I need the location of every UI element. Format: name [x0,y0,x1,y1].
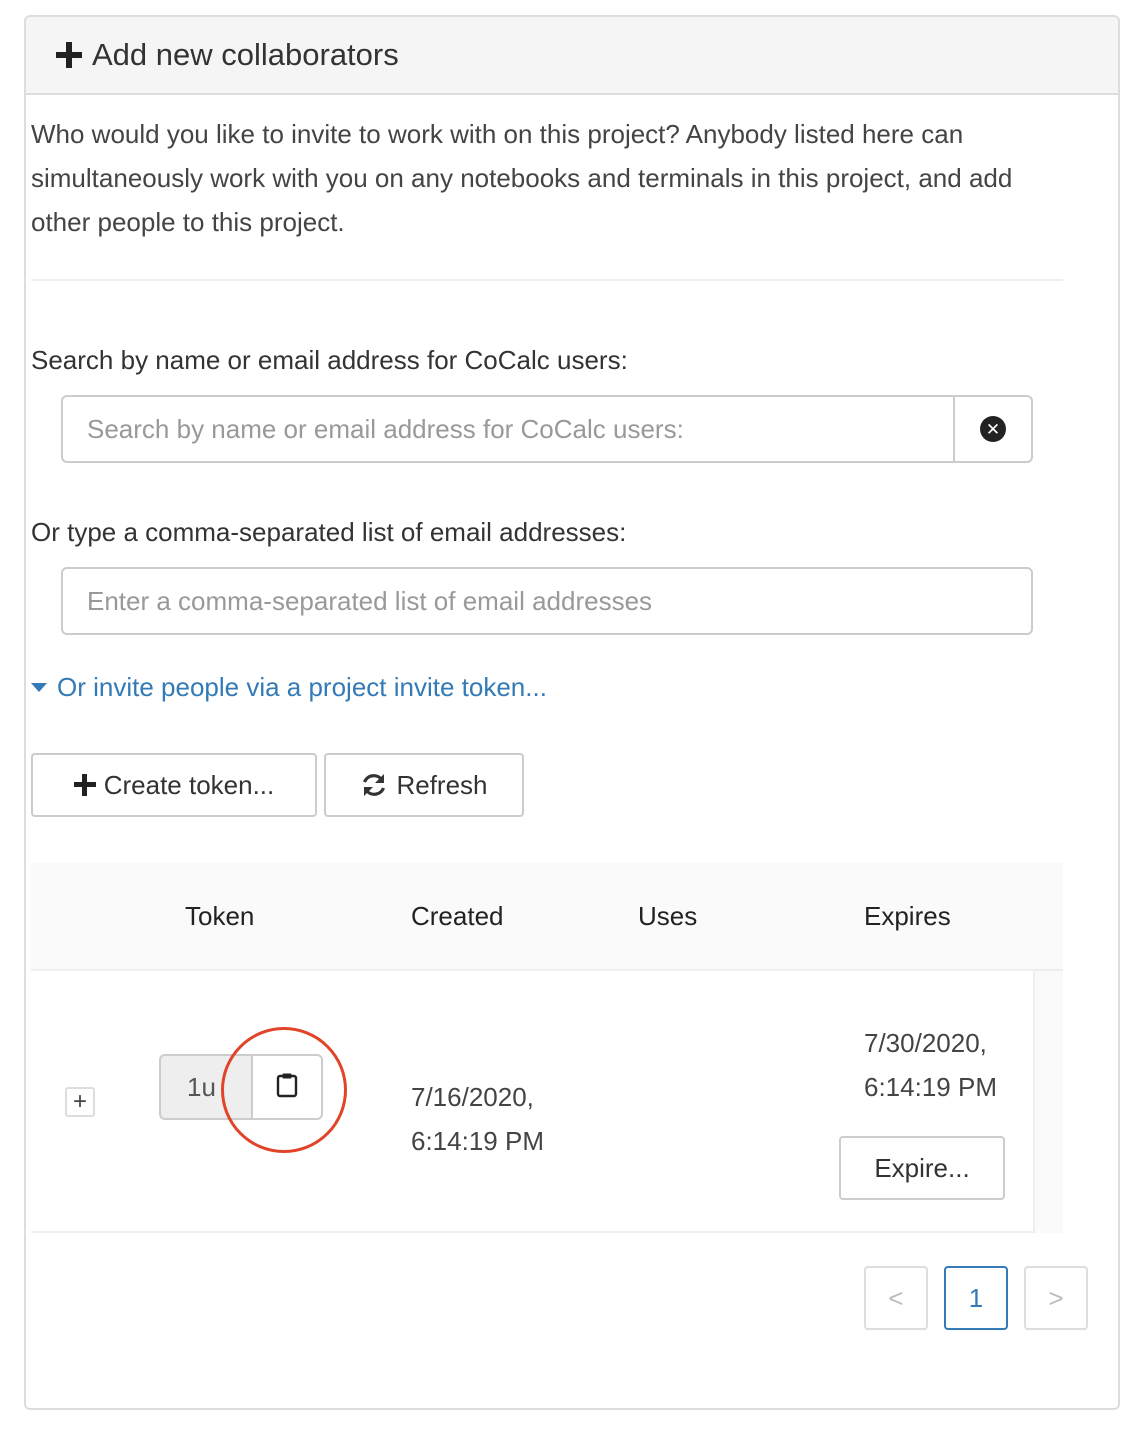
column-header-expires[interactable]: Expires [864,901,951,932]
created-time-line: 6:14:19 PM [411,1126,544,1156]
caret-down-icon [31,683,47,692]
invite-token-toggle[interactable]: Or invite people via a project invite to… [31,672,547,703]
tokens-table-header: Token Created Uses Expires [31,863,1063,971]
pagination-prev-button[interactable]: < [864,1266,928,1330]
created-date: 7/16/2020, 6:14:19 PM [411,1075,544,1163]
expires-date-line: 7/30/2020, [864,1028,987,1058]
create-token-button[interactable]: Create token... [31,753,317,817]
refresh-label: Refresh [396,769,488,800]
column-header-created[interactable]: Created [411,901,504,932]
panel-title: Add new collaborators [92,37,399,72]
plus-icon [56,42,82,68]
intro-text: Who would you like to invite to work wit… [31,119,1013,237]
search-input[interactable] [61,395,953,463]
clear-search-button[interactable]: ✕ [953,395,1033,463]
highlight-circle [221,1027,347,1153]
expand-row-button[interactable]: + [65,1087,95,1117]
column-header-token[interactable]: Token [185,901,254,932]
expires-date: 7/30/2020, 6:14:19 PM [864,1021,997,1109]
emails-input[interactable] [61,567,1033,635]
refresh-button[interactable]: Refresh [324,753,524,817]
search-group: ✕ [61,395,1033,463]
refresh-icon [360,771,388,799]
table-scrollbar[interactable] [1033,971,1063,1233]
plus-icon [73,774,96,796]
emails-label: Or type a comma-separated list of email … [31,517,627,547]
search-label: Search by name or email address for CoCa… [31,345,628,375]
close-circle-icon: ✕ [980,416,1006,442]
panel-heading: Add new collaborators [26,17,1118,95]
invite-token-link-label: Or invite people via a project invite to… [57,672,547,702]
expires-time-line: 6:14:19 PM [864,1072,997,1102]
created-date-line: 7/16/2020, [411,1082,534,1112]
divider [31,279,1063,281]
expire-button[interactable]: Expire... [839,1136,1005,1200]
column-header-uses[interactable]: Uses [638,901,697,932]
table-row: + 1u 7/16/2020, 6:14:19 PM 7/30/2020, 6:… [31,971,1063,1233]
pagination-page-button[interactable]: 1 [944,1266,1008,1330]
pagination-next-button[interactable]: > [1024,1266,1088,1330]
create-token-label: Create token... [103,769,275,800]
